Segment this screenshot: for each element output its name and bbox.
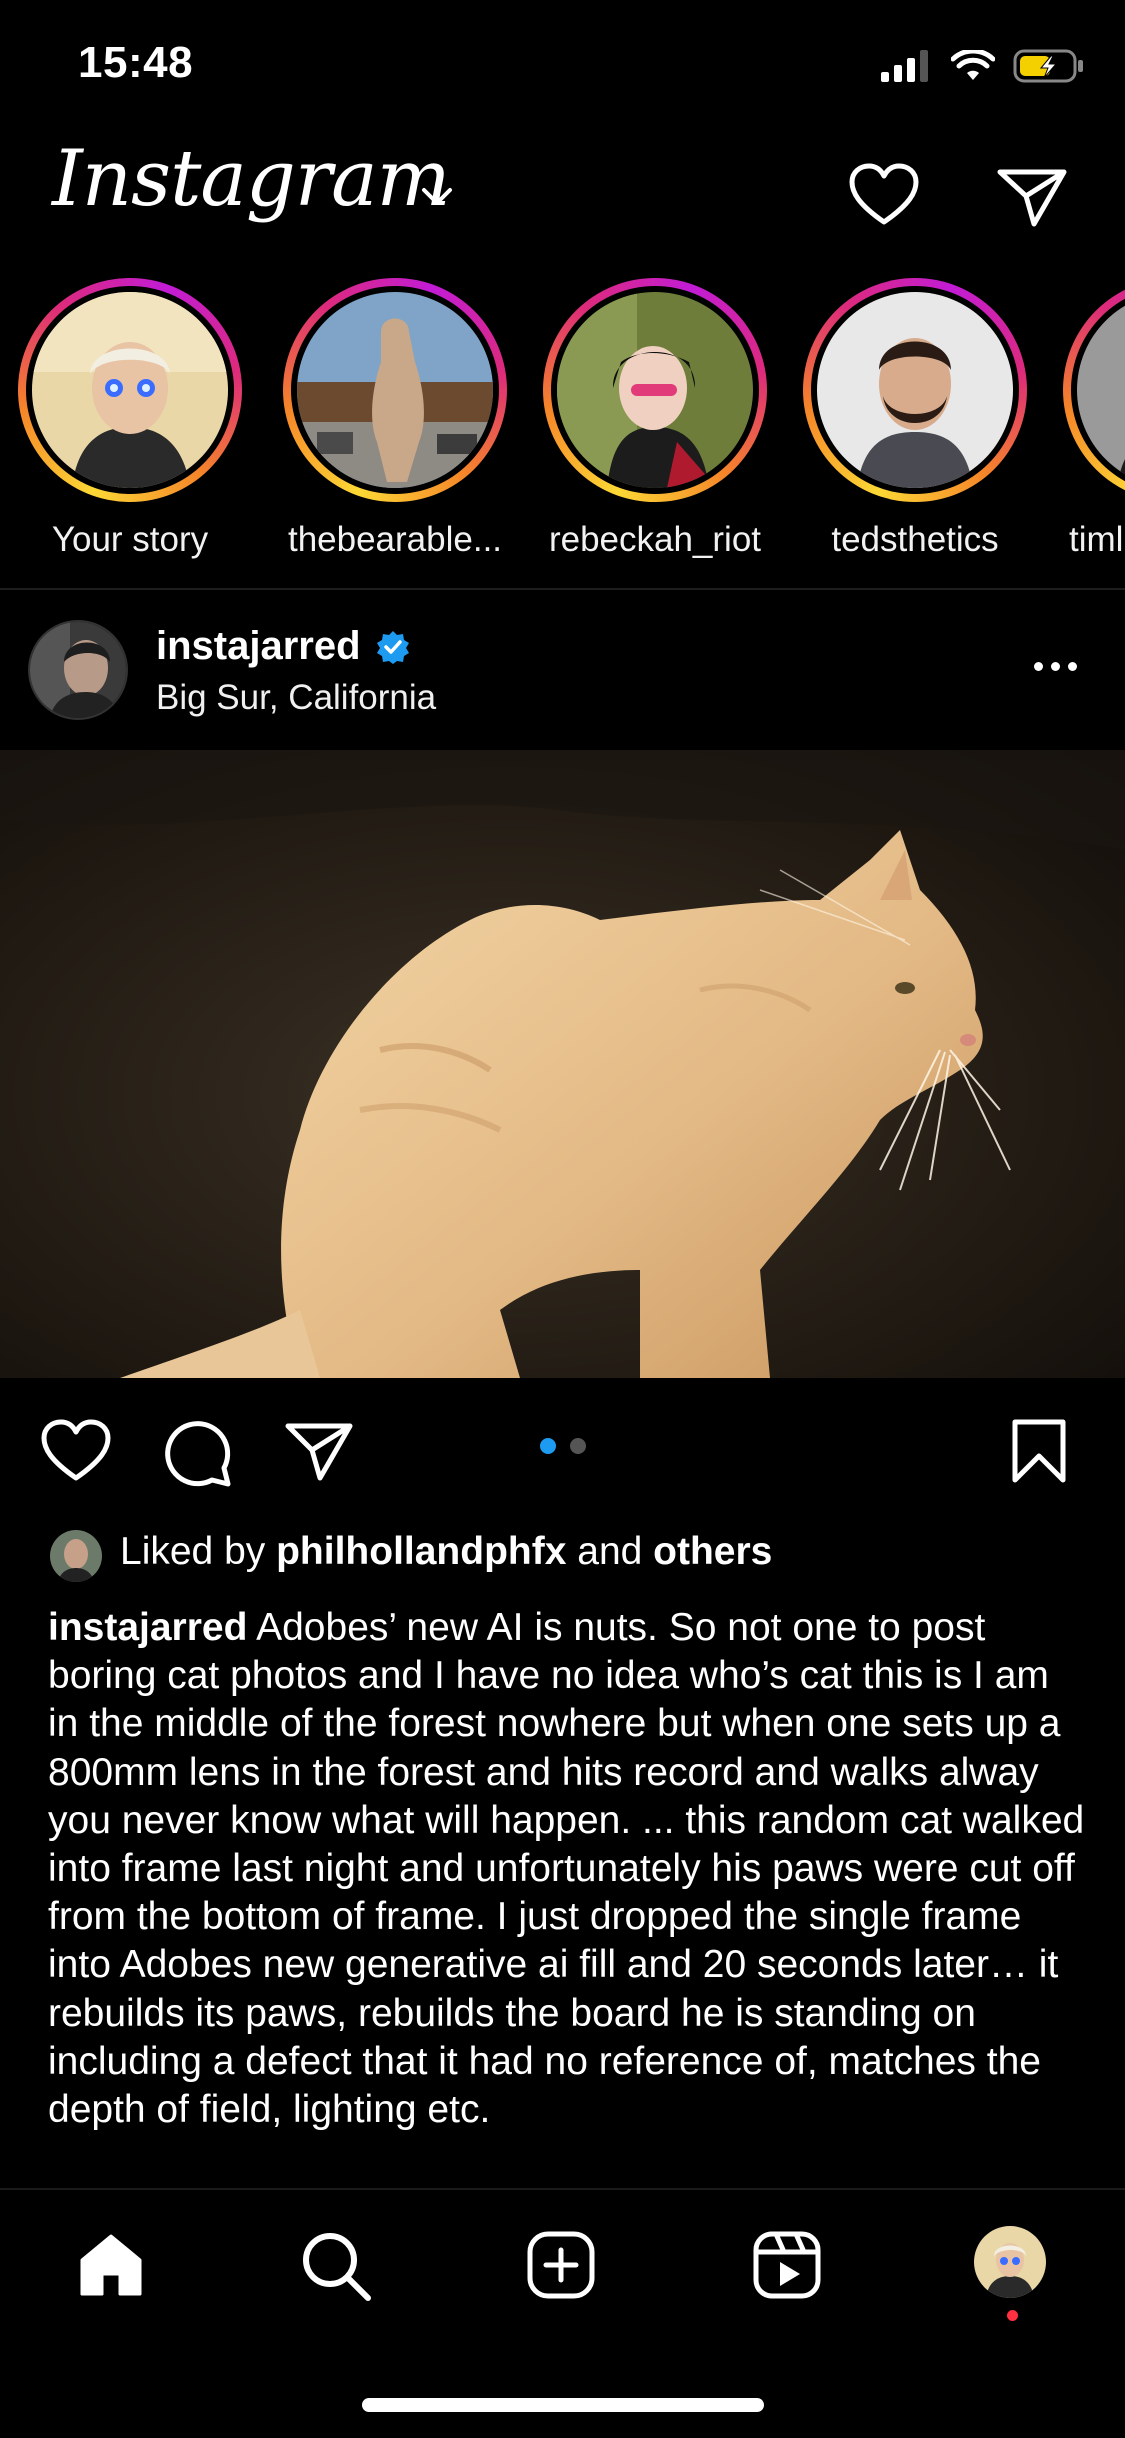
battery-icon bbox=[1013, 49, 1083, 83]
share-icon[interactable] bbox=[284, 1420, 354, 1482]
liked-by-user[interactable]: philhollandphfx bbox=[276, 1530, 566, 1573]
story-thebearable[interactable]: thebearable... bbox=[275, 278, 515, 560]
wifi-icon bbox=[951, 50, 995, 80]
avatar bbox=[1077, 292, 1125, 488]
home-icon[interactable] bbox=[76, 2230, 146, 2300]
post-caption: instajarred Adobes’ new AI is nuts. So n… bbox=[48, 1604, 1088, 2134]
avatar bbox=[817, 292, 1013, 488]
divider bbox=[0, 588, 1125, 590]
caption-username[interactable]: instajarred bbox=[48, 1606, 247, 1649]
carousel-dot-active bbox=[540, 1438, 556, 1454]
liked-by-conjunction: and bbox=[577, 1530, 643, 1573]
profile-avatar[interactable] bbox=[974, 2226, 1046, 2298]
story-label: Your story bbox=[51, 520, 209, 559]
heart-icon[interactable] bbox=[848, 162, 920, 228]
story-ring bbox=[18, 278, 242, 502]
carousel-indicator bbox=[540, 1438, 586, 1454]
post-image[interactable] bbox=[0, 750, 1125, 1378]
search-icon[interactable] bbox=[300, 2230, 372, 2302]
story-label: rebeckah_riot bbox=[548, 520, 762, 559]
liked-by-prefix: Liked by bbox=[120, 1530, 266, 1573]
comment-icon[interactable] bbox=[164, 1418, 234, 1488]
liked-by-others[interactable]: others bbox=[653, 1530, 772, 1573]
caption-text: Adobes’ new AI is nuts. So not one to po… bbox=[48, 1606, 1085, 2132]
stories-tray: Your story thebearable... rebeckah_riot … bbox=[0, 278, 1125, 578]
instagram-logo[interactable]: Instagram bbox=[52, 140, 451, 218]
post-username[interactable]: instajarred bbox=[156, 624, 361, 669]
story-ring bbox=[803, 278, 1027, 502]
story-your-story[interactable]: Your story bbox=[10, 278, 250, 560]
liked-by-avatar[interactable] bbox=[48, 1528, 104, 1584]
avatar bbox=[557, 292, 753, 488]
post-location[interactable]: Big Sur, California bbox=[156, 678, 436, 718]
like-heart-icon[interactable] bbox=[40, 1418, 112, 1484]
send-icon[interactable] bbox=[996, 166, 1068, 228]
status-icons bbox=[881, 48, 1085, 84]
avatar bbox=[297, 292, 493, 488]
home-indicator[interactable] bbox=[362, 2398, 764, 2412]
carousel-dot bbox=[570, 1438, 586, 1454]
reels-icon[interactable] bbox=[752, 2230, 822, 2300]
story-rebeckah-riot[interactable]: rebeckah_riot bbox=[535, 278, 775, 560]
more-options-icon[interactable] bbox=[1034, 662, 1077, 671]
status-time: 15:48 bbox=[78, 38, 194, 87]
story-ring bbox=[283, 278, 507, 502]
post-username-row: instajarred bbox=[156, 624, 411, 669]
bookmark-icon[interactable] bbox=[1010, 1418, 1068, 1484]
story-label: timl bbox=[1069, 520, 1124, 559]
story-timl[interactable]: timl bbox=[1055, 278, 1125, 560]
story-label: tedsthetics bbox=[831, 520, 999, 559]
chevron-down-icon[interactable] bbox=[420, 186, 454, 208]
notification-dot bbox=[1007, 2310, 1018, 2321]
story-tedsthetics[interactable]: tedsthetics bbox=[795, 278, 1035, 560]
story-label: thebearable... bbox=[287, 520, 503, 559]
create-icon[interactable] bbox=[526, 2230, 596, 2300]
liked-by-text[interactable]: Liked by philhollandphfx and others bbox=[120, 1530, 772, 1574]
post-author-avatar[interactable] bbox=[28, 620, 128, 720]
avatar bbox=[32, 292, 228, 488]
verified-badge-icon bbox=[376, 630, 409, 664]
signal-icon bbox=[881, 50, 928, 82]
story-ring bbox=[543, 278, 767, 502]
story-ring bbox=[1063, 278, 1125, 502]
